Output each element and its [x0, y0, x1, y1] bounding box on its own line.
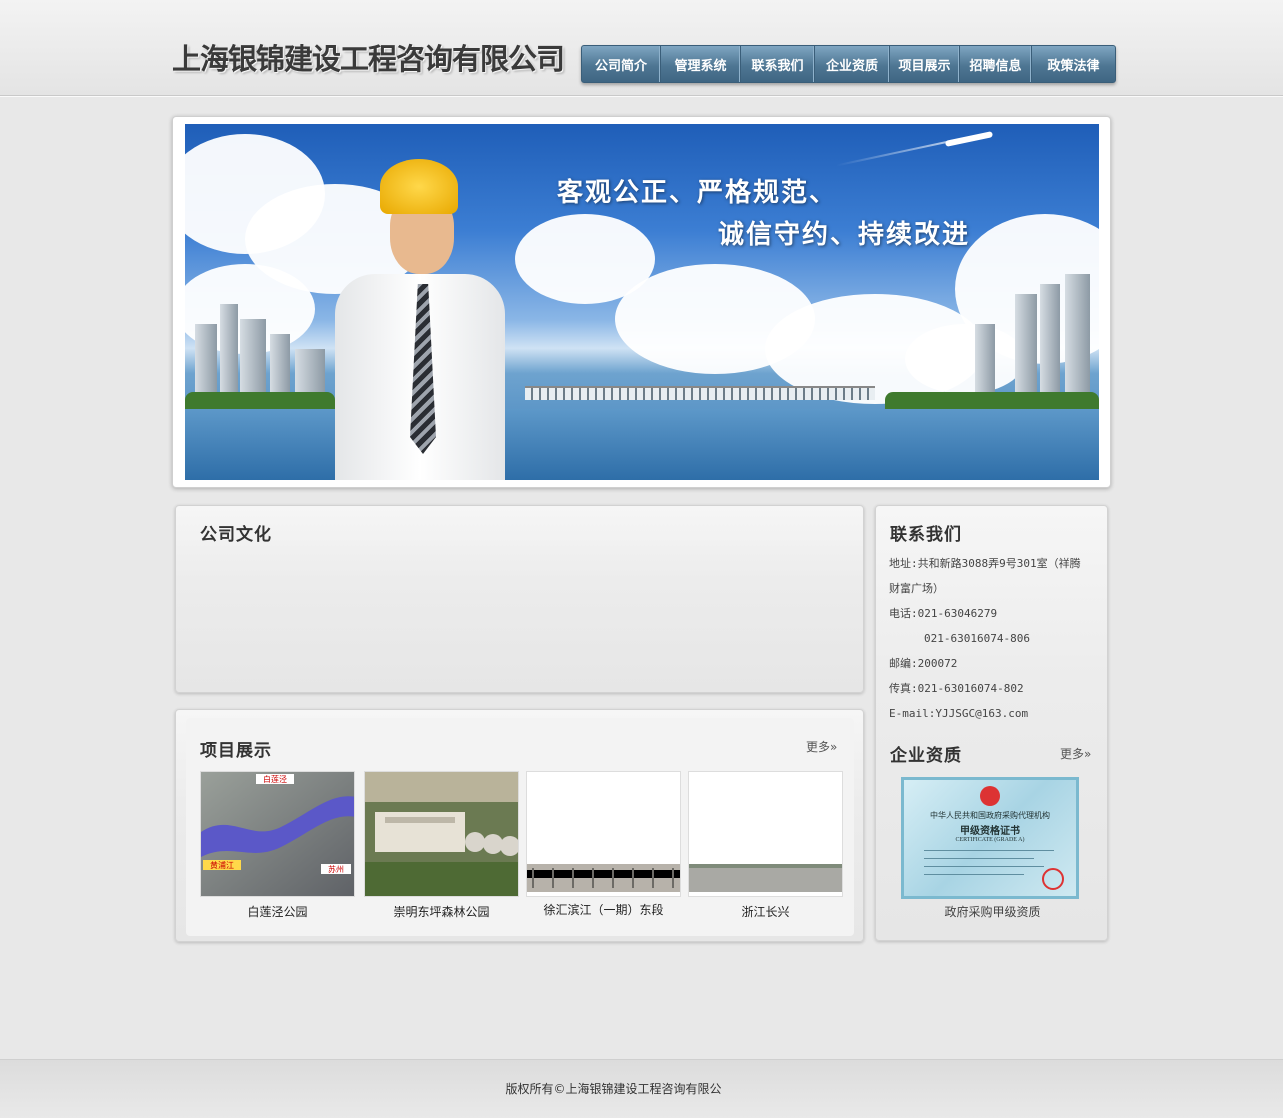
- national-emblem-icon: [980, 786, 1000, 806]
- project-caption-4[interactable]: 浙江长兴: [688, 903, 843, 920]
- project-caption-3[interactable]: 徐汇滨江（一期）东段: [526, 901, 681, 918]
- banner-image: 客观公正、严格规范、 诚信守约、持续改进: [185, 124, 1099, 480]
- project-thumb-3[interactable]: [526, 771, 681, 897]
- main-nav: 公司简介 管理系统 联系我们 企业资质 项目展示 招聘信息 政策法律: [581, 45, 1116, 83]
- culture-title: 公司文化: [200, 525, 272, 545]
- map-label-3: 苏州: [328, 864, 344, 874]
- contact-address: 地址:共和新路3088弄9号301室（祥腾: [889, 557, 1081, 570]
- projects-inner: 项目展示 更多» 白莲泾 黄浦江 苏州 白莲泾公园 崇明东坪森林公园 徐汇滨江（…: [186, 718, 854, 936]
- airplane-icon: [944, 131, 994, 147]
- nav-item-about[interactable]: 公司简介: [582, 46, 661, 82]
- projects-title: 项目展示: [200, 741, 272, 761]
- site-header: 上海银锦建设工程咨询有限公司 公司简介 管理系统 联系我们 企业资质 项目展示 …: [0, 0, 1283, 96]
- qualification-title: 企业资质: [890, 746, 962, 766]
- nav-item-policy[interactable]: 政策法律: [1032, 46, 1115, 82]
- nav-item-jobs[interactable]: 招聘信息: [960, 46, 1032, 82]
- project-caption-1[interactable]: 白莲泾公园: [200, 903, 355, 920]
- map-label-2: 黄浦江: [210, 860, 234, 870]
- nav-item-contact[interactable]: 联系我们: [741, 46, 815, 82]
- banner-frame: 客观公正、严格规范、 诚信守约、持续改进: [172, 116, 1111, 488]
- contact-phone-2: 021-63016074-806: [924, 632, 1030, 645]
- nav-item-qualification[interactable]: 企业资质: [815, 46, 890, 82]
- qualification-more-link[interactable]: 更多»: [1060, 745, 1091, 762]
- site-footer: 版权所有©上海银锦建设工程咨询有限公: [0, 1059, 1283, 1118]
- contact-fax: 传真:021-63016074-802: [889, 682, 1024, 695]
- projects-more-link[interactable]: 更多»: [806, 738, 837, 755]
- contact-email[interactable]: E-mail:YJJSGC@163.com: [889, 701, 1028, 726]
- seal-icon: [1042, 868, 1064, 890]
- culture-panel: 公司文化: [175, 505, 864, 693]
- banner-slogan-line2: 诚信守约、持续改进: [718, 220, 971, 250]
- footer-copyright: 版权所有©上海银锦建设工程咨询有限公: [505, 1082, 722, 1096]
- contact-phone-1: 电话:021-63046279: [889, 607, 998, 620]
- certificate-caption: 政府采购甲级资质: [944, 905, 1041, 919]
- project-thumb-2[interactable]: [364, 771, 519, 897]
- project-thumb-4[interactable]: [688, 771, 843, 897]
- nav-item-projects[interactable]: 项目展示: [890, 46, 960, 82]
- project-caption-2[interactable]: 崇明东坪森林公园: [364, 903, 519, 920]
- contact-address-cont: 财富广场）: [889, 582, 944, 595]
- project-thumb-1[interactable]: 白莲泾 黄浦江 苏州: [200, 771, 355, 897]
- contact-zip: 邮编:200072: [889, 657, 958, 670]
- nav-item-management[interactable]: 管理系统: [661, 46, 741, 82]
- site-logo[interactable]: 上海银锦建设工程咨询有限公司: [172, 36, 565, 78]
- banner-slogan-line1: 客观公正、严格规范、: [557, 178, 838, 208]
- contact-panel: 联系我们 地址:共和新路3088弄9号301室（祥腾 财富广场） 电话:021-…: [875, 505, 1108, 941]
- contact-title: 联系我们: [890, 525, 962, 545]
- map-label-1: 白莲泾: [263, 774, 287, 784]
- certificate-image[interactable]: 中华人民共和国政府采购代理机构 甲级资格证书 CERTIFICATE (GRAD…: [901, 777, 1079, 899]
- projects-panel: 项目展示 更多» 白莲泾 黄浦江 苏州 白莲泾公园 崇明东坪森林公园 徐汇滨江（…: [175, 709, 864, 942]
- helmet-icon: [380, 159, 458, 214]
